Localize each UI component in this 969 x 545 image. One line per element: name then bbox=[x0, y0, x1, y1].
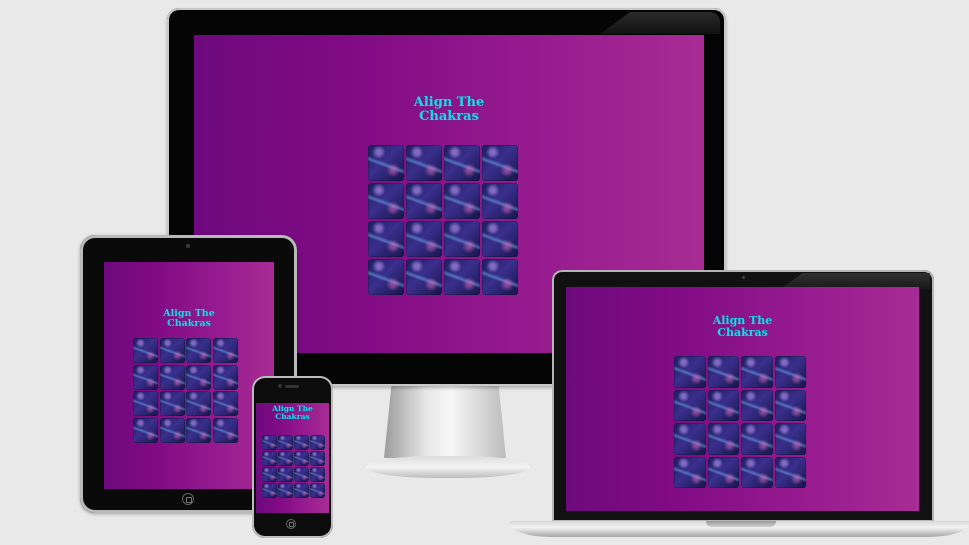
memory-card[interactable] bbox=[294, 451, 309, 466]
memory-card[interactable] bbox=[774, 389, 806, 421]
monitor-base bbox=[366, 456, 530, 478]
memory-card[interactable] bbox=[294, 435, 309, 450]
memory-card[interactable] bbox=[186, 364, 211, 390]
monitor-stand bbox=[384, 386, 506, 458]
memory-card[interactable] bbox=[368, 221, 404, 257]
page-title-line2: Chakras bbox=[419, 108, 479, 124]
page-title-line2: Chakras bbox=[275, 411, 310, 421]
memory-card[interactable] bbox=[212, 417, 238, 443]
memory-card[interactable] bbox=[368, 259, 404, 295]
memory-card[interactable] bbox=[406, 145, 442, 181]
memory-card[interactable] bbox=[482, 145, 518, 181]
memory-card[interactable] bbox=[262, 483, 277, 498]
memory-card[interactable] bbox=[212, 338, 238, 363]
memory-card[interactable] bbox=[741, 423, 773, 455]
memory-card[interactable] bbox=[482, 183, 518, 219]
memory-card[interactable] bbox=[133, 417, 158, 443]
memory-card[interactable] bbox=[133, 391, 158, 416]
memory-card[interactable] bbox=[186, 417, 211, 443]
tablet-screen: Align The Chakras bbox=[104, 262, 274, 489]
memory-card[interactable] bbox=[406, 221, 442, 257]
home-button-icon[interactable] bbox=[182, 493, 194, 505]
memory-card[interactable] bbox=[294, 467, 309, 482]
memory-card[interactable] bbox=[133, 338, 158, 363]
memory-card[interactable] bbox=[741, 356, 773, 388]
phone-camera bbox=[278, 384, 282, 388]
memory-card[interactable] bbox=[741, 389, 773, 421]
memory-card[interactable] bbox=[262, 467, 277, 482]
memory-card[interactable] bbox=[310, 451, 325, 466]
phone-speaker bbox=[285, 385, 299, 388]
laptop-screen: Align The Chakras bbox=[566, 287, 919, 511]
memory-card[interactable] bbox=[774, 356, 806, 388]
memory-card[interactable] bbox=[707, 456, 739, 488]
memory-card[interactable] bbox=[707, 389, 739, 421]
memory-card[interactable] bbox=[774, 423, 806, 455]
memory-card[interactable] bbox=[482, 259, 518, 295]
memory-card[interactable] bbox=[310, 467, 325, 482]
memory-card[interactable] bbox=[278, 435, 293, 450]
memory-card[interactable] bbox=[444, 145, 480, 181]
page-title-line2: Chakras bbox=[167, 317, 211, 329]
tablet-camera bbox=[186, 244, 190, 248]
memory-card[interactable] bbox=[212, 364, 238, 390]
page-title-line1: Align The bbox=[413, 95, 485, 110]
memory-card[interactable] bbox=[294, 483, 309, 498]
phone-screen: Align The Chakras bbox=[256, 403, 329, 513]
page-title-line1: Align The bbox=[712, 314, 773, 327]
memory-card[interactable] bbox=[406, 183, 442, 219]
page-title: Align The Chakras bbox=[256, 405, 329, 421]
memory-card[interactable] bbox=[444, 183, 480, 219]
card-grid bbox=[368, 145, 518, 295]
memory-card[interactable] bbox=[262, 435, 277, 450]
memory-card[interactable] bbox=[310, 435, 325, 450]
memory-card[interactable] bbox=[159, 364, 185, 390]
memory-card[interactable] bbox=[212, 391, 238, 416]
card-grid bbox=[133, 338, 238, 443]
memory-card[interactable] bbox=[368, 145, 404, 181]
memory-card[interactable] bbox=[674, 456, 706, 488]
card-grid bbox=[262, 435, 325, 498]
memory-card[interactable] bbox=[406, 259, 442, 295]
memory-card[interactable] bbox=[707, 356, 739, 388]
page-title: Align The Chakras bbox=[104, 309, 274, 329]
memory-card[interactable] bbox=[186, 391, 211, 416]
page-title-line2: Chakras bbox=[717, 325, 768, 339]
memory-card[interactable] bbox=[444, 221, 480, 257]
memory-card[interactable] bbox=[310, 483, 325, 498]
memory-card[interactable] bbox=[278, 451, 293, 466]
memory-card[interactable] bbox=[133, 364, 158, 390]
memory-card[interactable] bbox=[262, 451, 277, 466]
laptop-camera bbox=[742, 276, 745, 279]
memory-card[interactable] bbox=[278, 483, 293, 498]
home-button-icon[interactable] bbox=[286, 519, 296, 529]
memory-card[interactable] bbox=[444, 259, 480, 295]
memory-card[interactable] bbox=[741, 456, 773, 488]
memory-card[interactable] bbox=[159, 417, 185, 443]
page-title: Align The Chakras bbox=[194, 96, 704, 123]
memory-card[interactable] bbox=[482, 221, 518, 257]
memory-card[interactable] bbox=[774, 456, 806, 488]
memory-card[interactable] bbox=[707, 423, 739, 455]
laptop-notch bbox=[706, 521, 776, 527]
memory-card[interactable] bbox=[159, 391, 185, 416]
memory-card[interactable] bbox=[368, 183, 404, 219]
memory-card[interactable] bbox=[674, 423, 706, 455]
memory-card[interactable] bbox=[674, 356, 706, 388]
memory-card[interactable] bbox=[186, 338, 211, 363]
card-grid bbox=[674, 356, 806, 488]
memory-card[interactable] bbox=[159, 338, 185, 363]
memory-card[interactable] bbox=[674, 389, 706, 421]
page-title: Align The Chakras bbox=[566, 315, 919, 338]
memory-card[interactable] bbox=[278, 467, 293, 482]
